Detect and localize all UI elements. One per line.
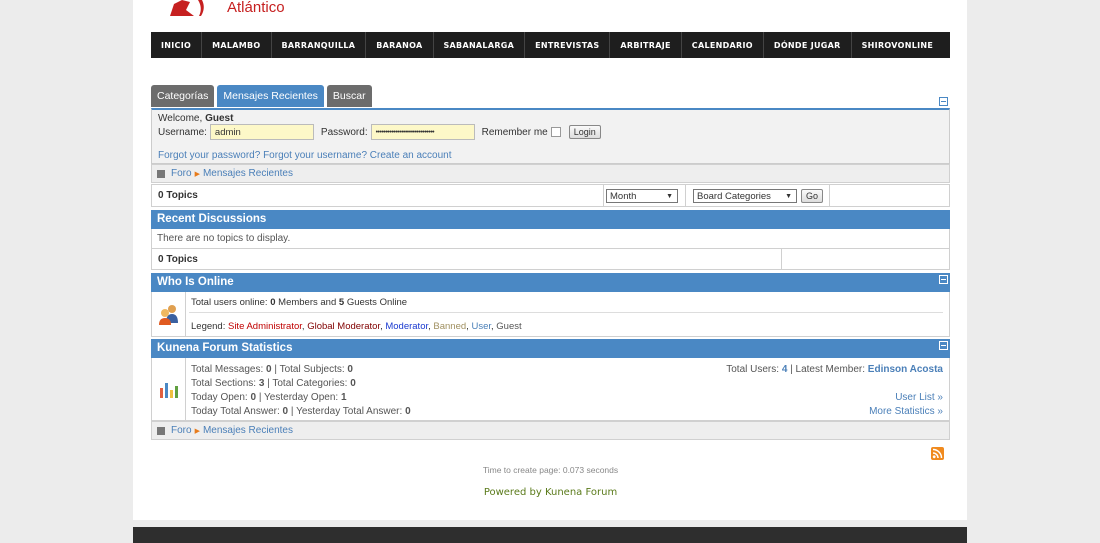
- period-caret-icon: ▼: [666, 193, 673, 200]
- online-legend: Legend: Site Administrator, Global Moder…: [191, 321, 522, 332]
- main-nav: INICIO MALAMBO BARRANQUILLA BARANOA SABA…: [151, 32, 950, 58]
- period-value: Month: [610, 191, 637, 202]
- powered-by-link[interactable]: Powered by Kunena Forum: [151, 487, 950, 498]
- users-icon: [159, 305, 178, 325]
- collapse-stats-icon[interactable]: [939, 341, 948, 350]
- stats-chart-icon: [160, 383, 178, 398]
- page-time: Time to create page: 0.073 seconds: [482, 465, 619, 475]
- breadcrumb-square-icon: [157, 169, 165, 178]
- forum-statistics: Kunena Forum Statistics Total Messages: …: [151, 339, 950, 421]
- breadcrumb-current[interactable]: Mensajes Recientes: [203, 425, 293, 436]
- breadcrumb-arrow-icon: ▶: [194, 170, 200, 178]
- legend-moderator: Moderator: [385, 321, 429, 332]
- remember-label: Remember me: [481, 126, 548, 138]
- nav-sabanalarga[interactable]: SABANALARGA: [434, 32, 526, 58]
- nav-shirovonline[interactable]: SHIROVONLINE: [852, 32, 944, 58]
- breadcrumb-square-icon: [157, 426, 165, 435]
- category-caret-icon: ▼: [785, 193, 792, 200]
- nav-inicio[interactable]: INICIO: [151, 32, 203, 58]
- login-panel: Welcome, Guest Username: admin Password:…: [151, 108, 950, 164]
- logo-chess-icon: [170, 0, 204, 16]
- rss-icon[interactable]: [931, 447, 944, 460]
- breadcrumb: Foro ▶ Mensajes Recientes: [151, 164, 950, 183]
- stats-line-4: Today Total Answer: 0 | Yesterday Total …: [191, 406, 411, 417]
- user-list-link[interactable]: User List »: [726, 391, 943, 405]
- legend-user: User: [471, 321, 491, 332]
- nav-entrevistas[interactable]: ENTREVISTAS: [525, 32, 611, 58]
- remember-checkbox[interactable]: [550, 127, 561, 137]
- nav-donde-jugar[interactable]: DÓNDE JUGAR: [764, 32, 852, 58]
- nav-calendario[interactable]: CALENDARIO: [682, 32, 764, 58]
- username-label: Username:: [158, 126, 207, 138]
- period-select[interactable]: Month ▼: [606, 189, 678, 203]
- guest-name: Guest: [205, 113, 234, 124]
- footer-band: [133, 527, 967, 543]
- recent-count: 0 Topics: [158, 254, 198, 265]
- legend-global: Global Moderator: [307, 321, 381, 332]
- create-account-link[interactable]: Create an account: [370, 150, 452, 161]
- latest-member-link[interactable]: Edinson Acosta: [868, 364, 943, 375]
- go-button[interactable]: Go: [801, 189, 824, 203]
- recent-empty: There are no topics to display.: [151, 229, 950, 249]
- tab-mensajes-recientes[interactable]: Mensajes Recientes: [217, 85, 324, 107]
- nav-barranquilla[interactable]: BARRANQUILLA: [272, 32, 367, 58]
- topics-count: 0 Topics: [158, 190, 198, 201]
- nav-malambo[interactable]: MALAMBO: [202, 32, 272, 58]
- password-input[interactable]: ••••••••••••••••••••••••••••••: [370, 124, 475, 140]
- recent-discussions: Recent Discussions There are no topics t…: [151, 210, 950, 270]
- breadcrumb-arrow-icon: ▶: [194, 427, 200, 435]
- legend-admin: Site Administrator: [227, 321, 302, 332]
- more-statistics-link[interactable]: More Statistics »: [726, 405, 943, 419]
- stats-title: Kunena Forum Statistics: [157, 342, 293, 354]
- collapse-login-icon[interactable]: [939, 97, 948, 106]
- tab-buscar[interactable]: Buscar: [326, 85, 372, 107]
- stats-line-3: Today Open: 0 | Yesterday Open: 1: [191, 392, 347, 403]
- category-value: Board Categories: [697, 191, 771, 202]
- nav-arbitraje[interactable]: ARBITRAJE: [610, 32, 682, 58]
- breadcrumb-current[interactable]: Mensajes Recientes: [203, 168, 293, 179]
- welcome-text: Welcome,: [158, 113, 203, 124]
- login-button[interactable]: Login: [568, 125, 601, 139]
- logo-text[interactable]: Atlántico: [227, 0, 285, 16]
- stats-users: Total Users: 4 | Latest Member: Edinson …: [726, 364, 943, 375]
- username-input[interactable]: admin: [209, 124, 314, 140]
- stats-line-1: Total Messages: 0 | Total Subjects: 0: [191, 364, 353, 375]
- topics-toolbar: 0 Topics Month ▼ Board Categories ▼ Go: [151, 184, 950, 207]
- legend-guest: Guest: [496, 321, 522, 332]
- breadcrumb-bottom: Foro ▶ Mensajes Recientes: [151, 421, 950, 440]
- who-is-online: Who Is Online Total users online: 0 Memb…: [151, 273, 950, 337]
- online-title: Who Is Online: [157, 276, 234, 288]
- forgot-username-link[interactable]: Forgot your username?: [263, 150, 367, 161]
- collapse-online-icon[interactable]: [939, 275, 948, 284]
- legend-banned: Banned: [433, 321, 467, 332]
- breadcrumb-foro[interactable]: Foro: [171, 425, 192, 436]
- tab-categorias[interactable]: Categorías: [151, 85, 215, 107]
- forum-tabs: Categorías Mensajes Recientes Buscar: [151, 85, 372, 107]
- nav-baranoa[interactable]: BARANOA: [366, 32, 434, 58]
- recent-title: Recent Discussions: [151, 210, 950, 229]
- forgot-password-link[interactable]: Forgot your password?: [158, 150, 260, 161]
- password-label: Password:: [320, 126, 368, 138]
- breadcrumb-foro[interactable]: Foro: [171, 168, 192, 179]
- stats-line-2: Total Sections: 3 | Total Categories: 0: [191, 378, 356, 389]
- online-summary: Total users online: 0 Members and 5 Gues…: [191, 297, 408, 308]
- category-select[interactable]: Board Categories ▼: [693, 189, 797, 203]
